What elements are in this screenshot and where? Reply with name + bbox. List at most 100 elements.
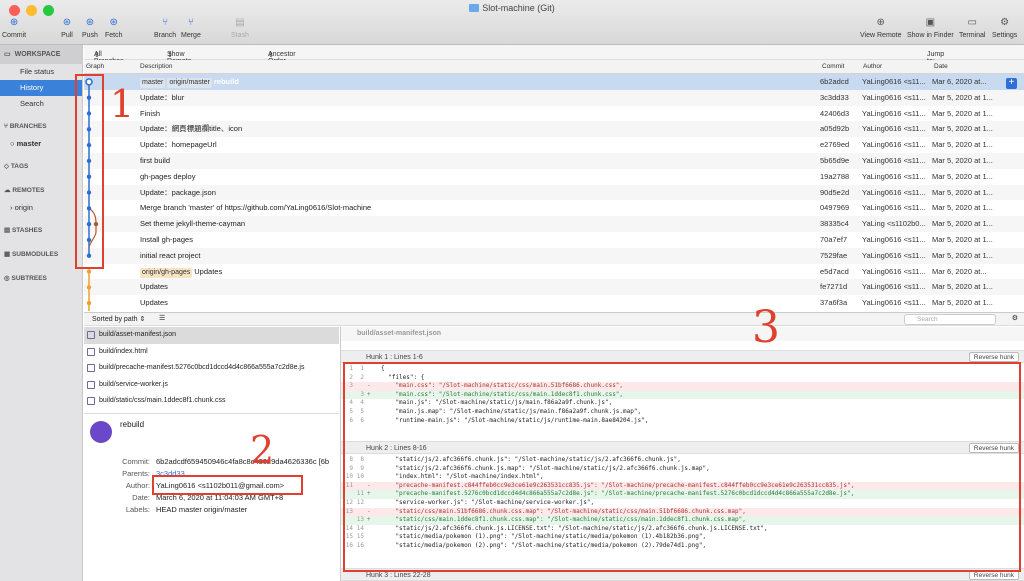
file-item[interactable]: build/service-worker.js bbox=[84, 377, 339, 394]
commit-date: Mar 5, 2020 at 1... bbox=[932, 298, 993, 308]
file-list-toolbar: Sorted by path ⇕ ☰ ⚙ bbox=[84, 312, 1024, 326]
commit-date: Mar 6, 2020 at... bbox=[932, 266, 987, 276]
commit-node bbox=[86, 300, 92, 306]
pull-button[interactable]: ⊛ Pull bbox=[60, 16, 74, 39]
show-in-finder-button[interactable]: ▣ Show in Finder bbox=[907, 16, 954, 39]
commit-description: Update：blur bbox=[140, 90, 184, 106]
commit-node bbox=[86, 269, 92, 274]
file-path: build/static/css/main.1ddec8f1.chunk.css bbox=[99, 397, 226, 404]
sidebar-item-origin[interactable]: › origin bbox=[0, 200, 82, 216]
annotation-number: 2 bbox=[250, 428, 275, 472]
sort-select[interactable]: Sorted by path ⇕ bbox=[92, 315, 145, 323]
commit-description: Install gh-pages bbox=[140, 232, 193, 248]
stash-label: Stash bbox=[231, 32, 249, 39]
origin-label: origin bbox=[14, 203, 33, 212]
sidebar-stashes-header[interactable]: ▤ STASHES bbox=[0, 222, 82, 240]
renamed-file-icon bbox=[87, 364, 95, 372]
file-item[interactable]: build/asset-manifest.json bbox=[84, 327, 339, 344]
finder-icon: ▣ bbox=[925, 17, 936, 28]
author-column-header[interactable]: Author bbox=[863, 63, 882, 70]
branch-button[interactable]: ⑂ Branch bbox=[154, 16, 176, 39]
commit-row[interactable]: initial react project 7529fae YaLing0616 <… bbox=[84, 247, 1024, 264]
commit-description: Update：package.json bbox=[140, 185, 216, 201]
commit-row[interactable]: origin/gh-pages Updates e5d7acd YaLing0616 … bbox=[84, 264, 1024, 280]
modified-file-icon bbox=[87, 331, 95, 339]
commit-row[interactable]: Updates fe7271d YaLing0616 <s11... Mar 5, 2… bbox=[84, 279, 1024, 296]
reverse-hunk-button[interactable]: Reverse hunk bbox=[968, 352, 1019, 362]
branch-label: Branch bbox=[154, 32, 177, 39]
commit-hash: 6b2adcd bbox=[820, 77, 849, 86]
file-item[interactable]: build/index.html bbox=[84, 344, 339, 361]
sidebar-item-master[interactable]: ○ master bbox=[0, 136, 82, 152]
hunk-title: Hunk 1 : Lines 1-6 bbox=[366, 354, 423, 361]
push-button[interactable]: ⊛ Push bbox=[82, 16, 98, 39]
commit-description: Finish bbox=[140, 106, 160, 122]
detail-key: Labels: bbox=[125, 505, 150, 514]
terminal-button[interactable]: ▭ Terminal bbox=[959, 16, 985, 39]
sidebar-tags-header[interactable]: ◇ TAGS bbox=[0, 158, 82, 176]
commit-description: origin/gh-pages Updates bbox=[140, 264, 222, 280]
commit-description: first build bbox=[140, 153, 170, 169]
graph-column-header[interactable]: Graph bbox=[86, 63, 104, 70]
sidebar-branches-header[interactable]: ⑂ BRANCHES bbox=[0, 118, 82, 136]
commit-row[interactable]: Update：blur 3c3dd33 YaLing0616 <s11... Mar … bbox=[84, 89, 1024, 106]
branch-tag: master bbox=[140, 78, 166, 88]
commit-message-text: rebuild bbox=[213, 77, 239, 86]
commit-row[interactable]: Update：網頁標題欄title、icon a05d92b YaLing0616 … bbox=[84, 121, 1024, 138]
commit-table-header: Graph Description Commit Author Date bbox=[84, 60, 1024, 74]
merge-button[interactable]: ⑂ Merge bbox=[181, 16, 201, 39]
sidebar-workspace-header[interactable]: ▭ WORKSPACE bbox=[0, 45, 82, 64]
sidebar-item-file-status[interactable]: File status bbox=[0, 64, 82, 80]
commit-date: Mar 5, 2020 at 1... bbox=[932, 155, 993, 165]
add-icon[interactable]: + bbox=[1006, 78, 1017, 89]
stash-button[interactable]: ▤ Stash bbox=[231, 16, 249, 39]
stash-icon: ▤ bbox=[235, 17, 245, 28]
commit-row[interactable]: Update：package.json 90d5e2d YaLing0616 <s1… bbox=[84, 184, 1024, 201]
commit-author: YaLing0616 <s11... bbox=[862, 250, 926, 260]
commit-column-header[interactable]: Commit bbox=[822, 63, 844, 70]
commit-row[interactable]: Update：homepageUrl e2769ed YaLing0616 <s11… bbox=[84, 137, 1024, 153]
sidebar-remotes-header[interactable]: ☁ REMOTES bbox=[0, 182, 82, 200]
terminal-label: Terminal bbox=[959, 32, 986, 39]
commit-message-text: Finish bbox=[140, 108, 161, 118]
commit-row[interactable]: Set theme jekyll-theme-cayman 38335c4 YaLi… bbox=[84, 216, 1024, 232]
view-remote-button[interactable]: ⊕ View Remote bbox=[860, 16, 902, 39]
commit-author: YaLing0616 <s11... bbox=[862, 124, 926, 134]
commit-author: YaLing0616 <s11... bbox=[862, 92, 926, 102]
sidebar-subtrees-header[interactable]: ◎ SUBTREES bbox=[0, 270, 82, 288]
commit-hash: e5d7acd bbox=[820, 266, 849, 276]
sidebar-submodules-header[interactable]: ▦ SUBMODULES bbox=[0, 246, 82, 264]
commit-row[interactable]: Merge branch 'master' of https://github.… bbox=[84, 200, 1024, 216]
sidebar-item-history[interactable]: History bbox=[0, 80, 82, 96]
settings-button[interactable]: ⚙ Settings bbox=[992, 16, 1017, 39]
list-view-icon[interactable]: ☰ bbox=[159, 314, 165, 322]
commit-row[interactable]: first build 5b65d9e YaLing0616 <s11... Mar … bbox=[84, 152, 1024, 169]
fetch-button[interactable]: ⊛ Fetch bbox=[105, 16, 123, 39]
date-column-header[interactable]: Date bbox=[934, 63, 948, 70]
annotation-box-author bbox=[152, 475, 303, 495]
commit-row[interactable]: gh-pages deploy 19a2788 YaLing0616 <s11...… bbox=[84, 169, 1024, 185]
commit-row[interactable]: Finish 42406d3 YaLing0616 <s11... Mar 5, 20… bbox=[84, 106, 1024, 122]
commit-row[interactable]: master origin/master rebuild 6b2adcd YaLing0… bbox=[84, 74, 1024, 90]
file-item[interactable]: build/static/css/main.1ddec8f1.chunk.css bbox=[84, 393, 339, 410]
commit-hash: 90d5e2d bbox=[820, 187, 850, 197]
search-input[interactable]: Search bbox=[904, 314, 996, 325]
commit-description: gh-pages deploy bbox=[140, 169, 195, 185]
commit-description: Set theme jekyll-theme-cayman bbox=[140, 216, 245, 232]
commit-hash: 42406d3 bbox=[820, 108, 850, 118]
commit-message-text: Update：package.json bbox=[140, 187, 216, 197]
commit-row[interactable]: Install gh-pages 70a7ef7 YaLing0616 <s11..… bbox=[84, 232, 1024, 248]
file-item[interactable]: build/precache-manifest.5276c0bcd1dccd4d… bbox=[84, 360, 339, 377]
view-remote-label: View Remote bbox=[860, 32, 902, 39]
folder-icon bbox=[469, 4, 480, 12]
chevron-updown-icon: ⇕ bbox=[94, 52, 100, 59]
commit-node bbox=[86, 285, 92, 290]
renamed-file-icon bbox=[87, 397, 95, 405]
detail-value: 6b2adcdf659450946c4fa8c8c43029da4626336c… bbox=[156, 457, 330, 466]
commit-button[interactable]: ⊕ Commit bbox=[2, 16, 26, 39]
gear-icon[interactable]: ⚙ bbox=[1012, 314, 1018, 322]
commit-row[interactable]: Updates 37a6f3a YaLing0616 <s11... Mar 5, 2… bbox=[84, 295, 1024, 311]
sidebar-item-search[interactable]: Search bbox=[0, 96, 82, 112]
commit-hash: 5b65d9e bbox=[820, 155, 850, 165]
description-column-header[interactable]: Description bbox=[140, 63, 173, 70]
